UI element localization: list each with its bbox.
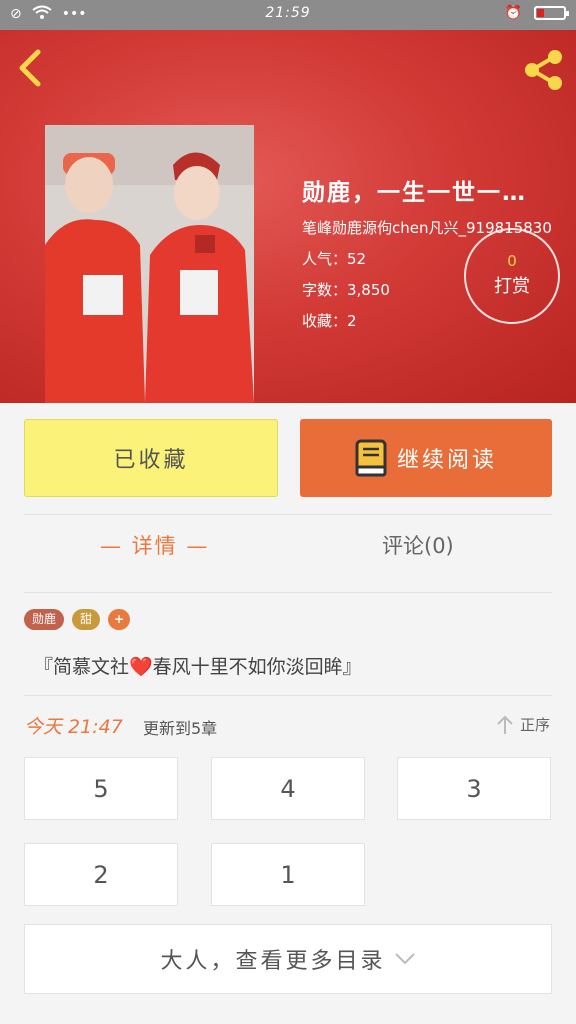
- tag-item[interactable]: 勋鹿: [24, 609, 65, 630]
- back-button[interactable]: [14, 48, 46, 88]
- update-text: 更新到5章: [143, 719, 218, 738]
- collected-button[interactable]: 已收藏: [24, 419, 278, 497]
- status-bar: ⊘ ••• 21:59 ⏰: [0, 0, 576, 30]
- chapter-button[interactable]: 5: [24, 757, 178, 820]
- book-cover-image: [45, 125, 254, 403]
- divider: [24, 695, 552, 696]
- chevron-down-icon: [394, 953, 415, 965]
- chapter-button[interactable]: 3: [397, 757, 551, 820]
- share-button[interactable]: [520, 48, 566, 92]
- chevron-left-icon: [19, 49, 41, 87]
- chapter-button[interactable]: 1: [211, 843, 365, 906]
- divider: [24, 514, 552, 515]
- continue-reading-label: 继续阅读: [396, 448, 497, 473]
- sort-order-label: 正序: [519, 716, 550, 734]
- book-title: 勋鹿，一生一世一…: [302, 180, 527, 206]
- tab-details[interactable]: — 详情 —: [100, 530, 209, 560]
- collected-label: 已收藏: [113, 448, 189, 473]
- tab-comments[interactable]: 评论(0): [382, 530, 454, 560]
- book-header: 勋鹿，一生一世一… 笔峰勋鹿源佝chen凡兴_919815830 人气：52 字…: [0, 30, 576, 403]
- tag-item[interactable]: 甜: [72, 609, 101, 630]
- continue-reading-button[interactable]: 继续阅读: [300, 419, 552, 497]
- chapter-number: 4: [280, 774, 296, 803]
- sort-order-button[interactable]: 正序: [496, 714, 550, 735]
- alarm-icon: ⏰: [504, 5, 522, 21]
- tip-count: 0: [507, 252, 517, 270]
- update-time: 今天 21:47: [24, 716, 123, 738]
- book-icon: [355, 439, 387, 477]
- chapter-number: 2: [93, 860, 109, 889]
- add-tag-button[interactable]: +: [108, 609, 131, 630]
- view-more-label: 大人，查看更多目录: [160, 949, 386, 974]
- tag-list: 勋鹿 甜 +: [24, 609, 131, 630]
- status-time: 21:59: [265, 5, 311, 21]
- chapter-button[interactable]: 2: [24, 843, 178, 906]
- chapter-number: 1: [280, 860, 296, 889]
- share-icon: [525, 50, 562, 90]
- chapter-number: 5: [93, 774, 109, 803]
- tip-label: 打赏: [494, 276, 530, 297]
- book-summary: 『简慕文社❤️春风十里不如你淡回眸』: [34, 656, 362, 678]
- view-more-chapters-button[interactable]: 大人，查看更多目录: [24, 924, 552, 994]
- arrow-up-icon: [497, 715, 513, 734]
- tip-button[interactable]: 0 打赏: [464, 228, 560, 324]
- divider: [24, 592, 552, 593]
- battery-icon: [534, 6, 569, 20]
- chapter-button[interactable]: 4: [211, 757, 365, 820]
- chapter-number: 3: [466, 774, 482, 803]
